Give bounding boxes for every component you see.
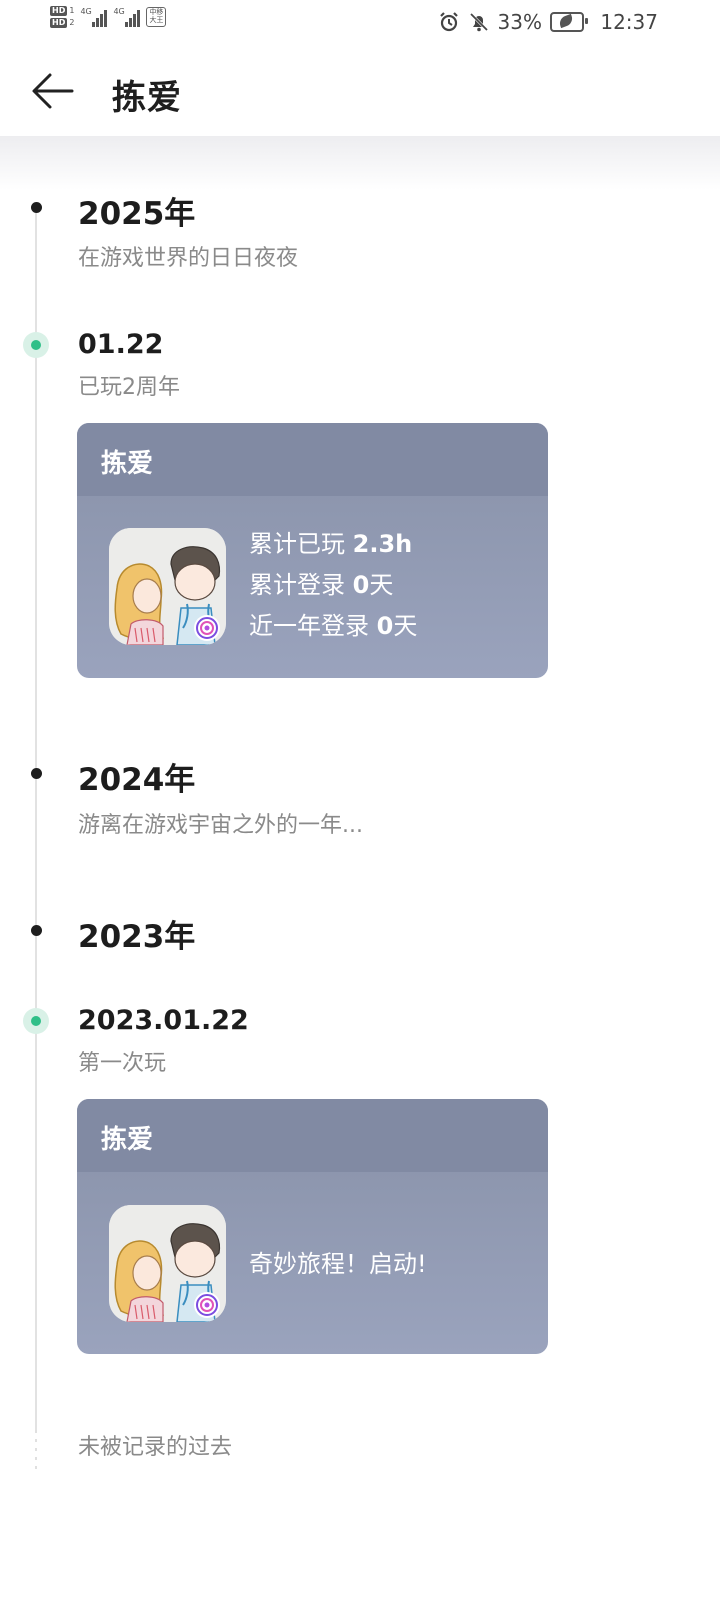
stat-playtime: 累计已玩 2.3h bbox=[249, 524, 417, 565]
timeline-line-dashed bbox=[35, 1430, 37, 1470]
card-game-name: 拣爱 bbox=[101, 449, 154, 479]
stat-label: 累计登录 bbox=[249, 571, 353, 599]
timeline-year-dot bbox=[31, 925, 42, 936]
page-title: 拣爱 bbox=[112, 78, 182, 118]
event-date: 01.22 bbox=[78, 329, 164, 360]
game-app-icon bbox=[109, 528, 226, 645]
hd-sim2-label: 2 bbox=[69, 18, 75, 27]
first-play-message: 奇妙旅程！启动! bbox=[249, 1250, 427, 1278]
battery-saver-icon bbox=[550, 12, 588, 32]
battery-percent: 33% bbox=[497, 10, 542, 34]
hd-indicators: HD 1 HD 2 bbox=[50, 6, 74, 28]
timeline-event-dot bbox=[23, 332, 49, 358]
event-date: 2023.01.22 bbox=[78, 1005, 249, 1036]
year-heading-2024: 2024年 bbox=[78, 762, 196, 798]
stat-login-total: 累计登录 0天 bbox=[249, 565, 417, 606]
back-arrow-icon[interactable] bbox=[30, 70, 76, 112]
signal-sim2-icon: 4G bbox=[113, 7, 141, 27]
event-note: 第一次玩 bbox=[78, 1051, 167, 1076]
year-heading-2023: 2023年 bbox=[78, 919, 196, 955]
bell-off-icon bbox=[469, 12, 488, 32]
first-play-card[interactable]: 拣爱 奇妙旅程！启动! bbox=[77, 1099, 548, 1354]
network-type-label: 4G bbox=[80, 7, 92, 16]
clock: 12:37 bbox=[600, 10, 658, 34]
stat-login-year: 近一年登录 0天 bbox=[249, 606, 417, 647]
alarm-icon bbox=[439, 12, 458, 32]
year-subtitle-2025: 在游戏世界的日日夜夜 bbox=[78, 246, 299, 271]
game-stats-list: 累计已玩 2.3h 累计登录 0天 近一年登录 0天 bbox=[249, 524, 417, 647]
header-divider bbox=[0, 136, 720, 190]
card-game-name: 拣爱 bbox=[101, 1125, 154, 1155]
stat-label: 近一年登录 bbox=[249, 612, 377, 640]
stat-value: 0 bbox=[352, 571, 370, 599]
stat-suffix: 天 bbox=[369, 571, 394, 599]
hd-badge-icon: HD bbox=[50, 18, 68, 28]
timeline-year-dot bbox=[31, 202, 42, 213]
timeline-line bbox=[35, 205, 37, 1430]
year-heading-2025: 2025年 bbox=[78, 196, 196, 232]
hd-sim1-label: 1 bbox=[69, 6, 75, 15]
game-stats-card[interactable]: 拣爱 累计已玩 2.3h 累计登录 0天 近一年登录 0天 bbox=[77, 423, 548, 678]
signal-sim1-icon: 4G bbox=[80, 7, 108, 27]
status-bar: HD 1 HD 2 4G 4G 中移大王 33% 12:37 bbox=[0, 0, 720, 46]
hd-badge-icon: HD bbox=[50, 6, 68, 16]
app-header: 拣爱 bbox=[0, 46, 720, 136]
stat-value: 2.3h bbox=[352, 530, 413, 558]
carrier-logo-icon: 中移大王 bbox=[146, 7, 167, 27]
event-note: 已玩2周年 bbox=[78, 375, 180, 400]
game-app-icon bbox=[109, 1205, 226, 1322]
year-subtitle-2024: 游离在游戏宇宙之外的一年... bbox=[78, 813, 363, 838]
stat-value: 0 bbox=[376, 612, 394, 640]
network-type-label: 4G bbox=[113, 7, 125, 16]
status-left-icons: HD 1 HD 2 4G 4G 中移大王 bbox=[50, 6, 167, 28]
stat-label: 累计已玩 bbox=[249, 530, 353, 558]
timeline-event-dot bbox=[23, 1008, 49, 1034]
timeline-end-label: 未被记录的过去 bbox=[78, 1435, 233, 1460]
stat-suffix: 天 bbox=[393, 612, 418, 640]
timeline-year-dot bbox=[31, 768, 42, 779]
